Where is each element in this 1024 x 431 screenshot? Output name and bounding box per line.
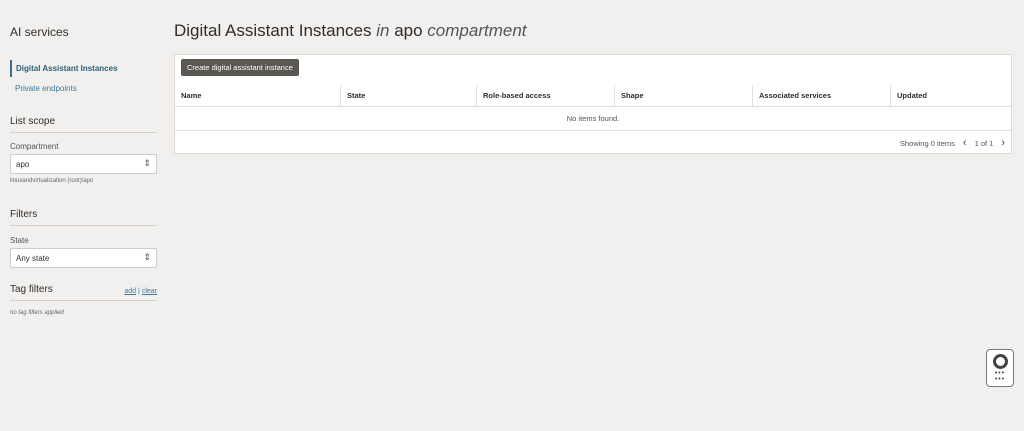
state-value: Any state [16,254,50,263]
sidebar-title: AI services [10,25,69,39]
showing-count: Showing 0 items [899,138,955,148]
table-header: Name State Role-based access Shape Assoc… [175,85,1011,107]
column-state[interactable]: State [341,85,477,106]
empty-message: No items found. [175,107,1011,131]
list-scope-heading: List scope [10,116,157,133]
column-shape[interactable]: Shape [615,85,753,106]
compartment-value: apo [16,160,30,169]
help-button[interactable]: ••• ••• [986,349,1014,387]
title-main: Digital Assistant Instances [174,21,372,40]
compartment-select[interactable]: apo ⇕ [10,154,157,174]
lifebuoy-icon [992,353,1008,369]
column-role-based-access[interactable]: Role-based access [477,85,615,106]
nav-private-endpoints[interactable]: Private endpoints [15,84,77,93]
table-footer: Showing 0 items ‹ 1 of 1 › [900,137,1005,149]
clear-tag-filter-link[interactable]: clear [142,288,157,295]
nav-digital-assistant-instances[interactable]: Digital Assistant Instances [10,60,118,77]
filters-heading: Filters [10,209,157,226]
tag-filters-empty: no tag filters applied [10,310,64,316]
state-label: State [10,236,29,245]
title-suffix: compartment [427,21,527,40]
separator: | [138,288,140,295]
compartment-path: linuxandvirtualization (root)/apo [10,178,94,184]
title-compartment: apo [394,21,423,40]
page-title: Digital Assistant Instances in apo compa… [174,21,527,41]
grid-icon: ••• ••• [994,369,1006,383]
create-instance-button[interactable]: Create digital assistant instance [181,59,299,76]
prev-page-icon[interactable]: ‹ [963,137,967,149]
chevron-updown-icon: ⇕ [143,252,151,262]
compartment-label: Compartment [10,142,59,151]
page-indicator: 1 of 1 [974,138,994,148]
chevron-updown-icon: ⇕ [143,158,151,168]
instances-table: Create digital assistant instance Name S… [174,54,1012,154]
column-updated[interactable]: Updated [891,85,1011,106]
next-page-icon[interactable]: › [1001,137,1005,149]
title-in: in [376,21,390,40]
column-associated-services[interactable]: Associated services [753,85,891,106]
column-name[interactable]: Name [175,85,341,106]
tag-filter-links: add | clear [124,288,157,295]
add-tag-filter-link[interactable]: add [124,288,136,295]
state-select[interactable]: Any state ⇕ [10,248,157,268]
